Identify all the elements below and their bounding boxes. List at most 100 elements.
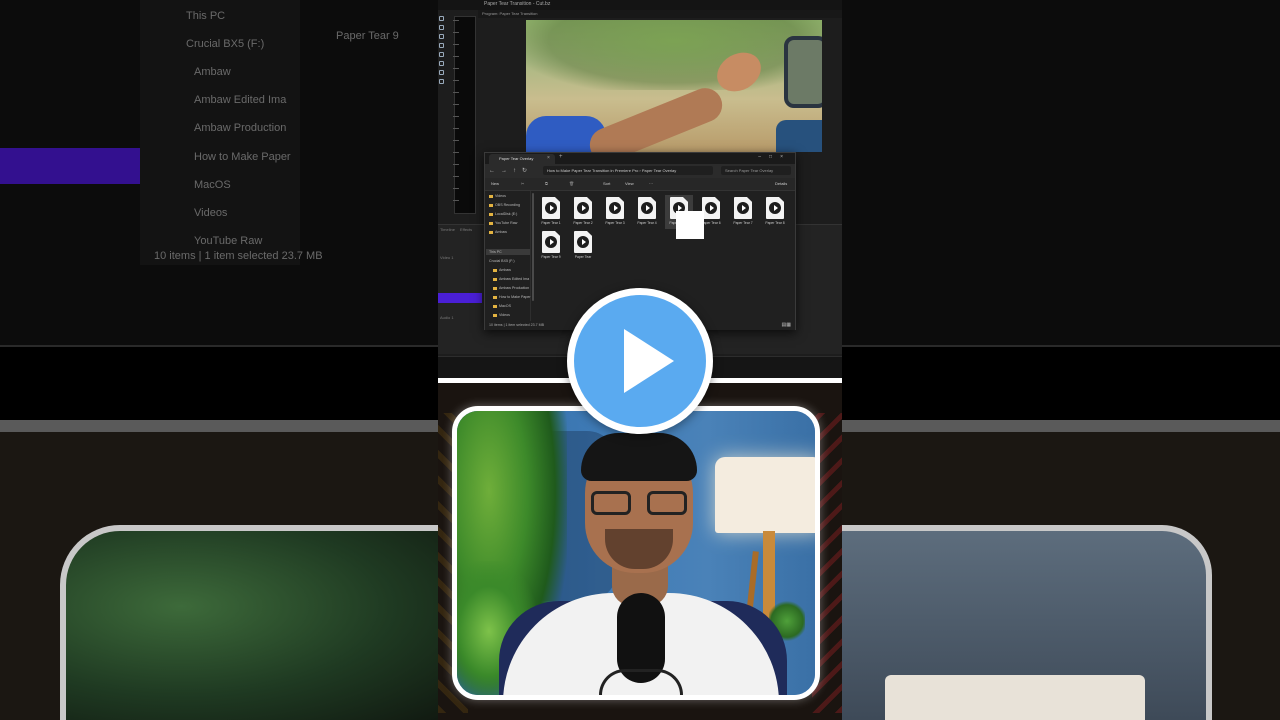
selection-tool-icon[interactable] <box>439 16 444 21</box>
window-controls[interactable]: –□× <box>758 154 791 160</box>
file-name: Paper Tear 9 <box>541 255 561 259</box>
play-button[interactable] <box>567 288 713 434</box>
premiere-title: Paper Tear Transition - Cut.bz <box>484 1 551 7</box>
file-item[interactable]: Paper Tear 9 <box>537 229 565 263</box>
program-tab[interactable]: Program: Paper Tear Transition <box>482 11 538 16</box>
nav-item[interactable]: Ambaw Edited Ima <box>493 277 529 281</box>
video-arm <box>584 83 728 152</box>
lamp-shade <box>715 457 815 533</box>
file-name: Paper Tear 8 <box>765 221 785 225</box>
file-item[interactable]: Paper Tear <box>569 229 597 263</box>
folder-icon <box>489 221 493 225</box>
file-item[interactable]: Paper Tear 4 <box>633 195 661 229</box>
video-file-icon <box>542 231 560 253</box>
type-tool-icon[interactable] <box>439 79 444 84</box>
nav-item[interactable]: Videos <box>493 313 510 317</box>
nav-item[interactable]: Videos <box>489 194 506 198</box>
video-file-icon <box>606 197 624 219</box>
folder-icon <box>493 268 497 272</box>
razor-tool-icon[interactable] <box>439 43 444 48</box>
nav-item-this-pc[interactable]: This PC <box>489 250 502 254</box>
more-icon[interactable]: ··· <box>649 181 653 186</box>
explorer-address-row: ←→↑↻ How to Make Paper Tear Transition i… <box>485 164 795 178</box>
search-input[interactable]: Search Paper Tear Overlay <box>721 166 791 175</box>
nav-item-drive[interactable]: Crucial BX5 (F:) <box>489 259 515 263</box>
play-icon <box>577 202 589 214</box>
folder-icon <box>489 194 493 198</box>
copy-icon[interactable]: ⧉ <box>545 181 548 186</box>
video-file-icon <box>766 197 784 219</box>
ripple-edit-icon[interactable] <box>439 34 444 39</box>
view-toggle-icon[interactable]: ▤▦ <box>782 322 791 328</box>
play-icon <box>641 202 653 214</box>
details-button[interactable]: Details <box>775 181 787 186</box>
bg-purple-track <box>0 148 140 184</box>
command-bar: New ✂ ⧉ 🗑 Sort View ··· Details <box>485 178 795 191</box>
new-button[interactable]: New <box>491 181 499 186</box>
file-item[interactable]: Paper Tear 2 <box>569 195 597 229</box>
tool-panel <box>438 12 446 102</box>
nav-item[interactable]: How to Make Paper <box>493 295 531 299</box>
bg-folder-7: YouTube Raw <box>194 235 263 247</box>
nav-item[interactable]: YouTube Raw <box>489 221 517 225</box>
program-monitor <box>526 20 822 152</box>
nav-arrows-icon[interactable]: ←→↑↻ <box>489 167 533 174</box>
nav-item[interactable]: Ambaw <box>493 268 511 272</box>
bg-status: 10 items | 1 item selected 23.7 MB <box>154 250 323 262</box>
video-file-icon <box>734 197 752 219</box>
cut-icon[interactable]: ✂ <box>521 181 524 186</box>
nav-item[interactable]: Ambaw <box>489 230 507 234</box>
effects-tab[interactable]: Effects <box>460 227 472 232</box>
play-icon <box>705 202 717 214</box>
track-label-audio: Audio 1 <box>440 315 454 320</box>
nav-item[interactable]: OBS Recording <box>489 203 520 207</box>
delete-icon[interactable]: 🗑 <box>569 181 574 186</box>
play-icon <box>737 202 749 214</box>
tab-close-icon[interactable]: × <box>547 155 550 161</box>
folder-icon <box>489 212 493 216</box>
video-file-icon <box>702 197 720 219</box>
bg-drive: Crucial BX5 (F:) <box>186 38 265 50</box>
file-name: Paper Tear 1 <box>541 221 561 225</box>
bg-this-pc: This PC <box>186 10 226 22</box>
file-name: Paper Tear 4 <box>637 221 657 225</box>
folder-icon <box>493 295 497 299</box>
view-button[interactable]: View <box>625 181 634 186</box>
explorer-tabbar: Paper Tear Overlay × + –□× <box>485 153 795 164</box>
play-icon <box>624 329 674 393</box>
file-name: Paper Tear <box>574 255 592 259</box>
file-item[interactable]: Paper Tear 8 <box>761 195 789 229</box>
nav-item[interactable]: LocalDisk (E:) <box>489 212 517 216</box>
play-icon <box>545 202 557 214</box>
bg-blurred-lamp <box>885 675 1145 720</box>
play-icon <box>577 236 589 248</box>
file-item[interactable]: Paper Tear 7 <box>729 195 757 229</box>
play-icon <box>769 202 781 214</box>
file-item[interactable]: Paper Tear 1 <box>537 195 565 229</box>
track-select-icon[interactable] <box>439 25 444 30</box>
microphone-mount <box>599 669 683 695</box>
sort-button[interactable]: Sort <box>603 181 610 186</box>
new-tab-icon[interactable]: + <box>559 154 563 160</box>
bg-folder-5: MacOS <box>194 179 231 191</box>
navigation-pane: Videos OBS Recording LocalDisk (E:) YouT… <box>485 191 531 321</box>
folder-icon <box>489 230 493 234</box>
hand-tool-icon[interactable] <box>439 70 444 75</box>
breadcrumb[interactable]: How to Make Paper Tear Transition in Pre… <box>543 166 713 175</box>
timeline-clip[interactable] <box>438 293 482 303</box>
glasses-lens-left <box>591 491 631 515</box>
nav-scrollbar[interactable] <box>532 193 534 301</box>
bg-file-label: Paper Tear 9 <box>336 30 399 42</box>
bg-folder-1: Ambaw <box>194 66 231 78</box>
pen-tool-icon[interactable] <box>439 61 444 66</box>
glasses-lens-right <box>647 491 687 515</box>
slip-tool-icon[interactable] <box>439 52 444 57</box>
status-text: 10 items | 1 item selected 23.7 MB <box>489 323 545 327</box>
file-item[interactable]: Paper Tear 3 <box>601 195 629 229</box>
timeline-tab[interactable]: Timeline <box>440 227 455 232</box>
hair <box>581 433 697 481</box>
bg-folder-6: Videos <box>194 207 228 219</box>
nav-item[interactable]: Ambaw Production <box>493 286 529 290</box>
explorer-tab[interactable]: Paper Tear Overlay × <box>489 154 555 164</box>
nav-item[interactable]: MacOS <box>493 304 511 308</box>
